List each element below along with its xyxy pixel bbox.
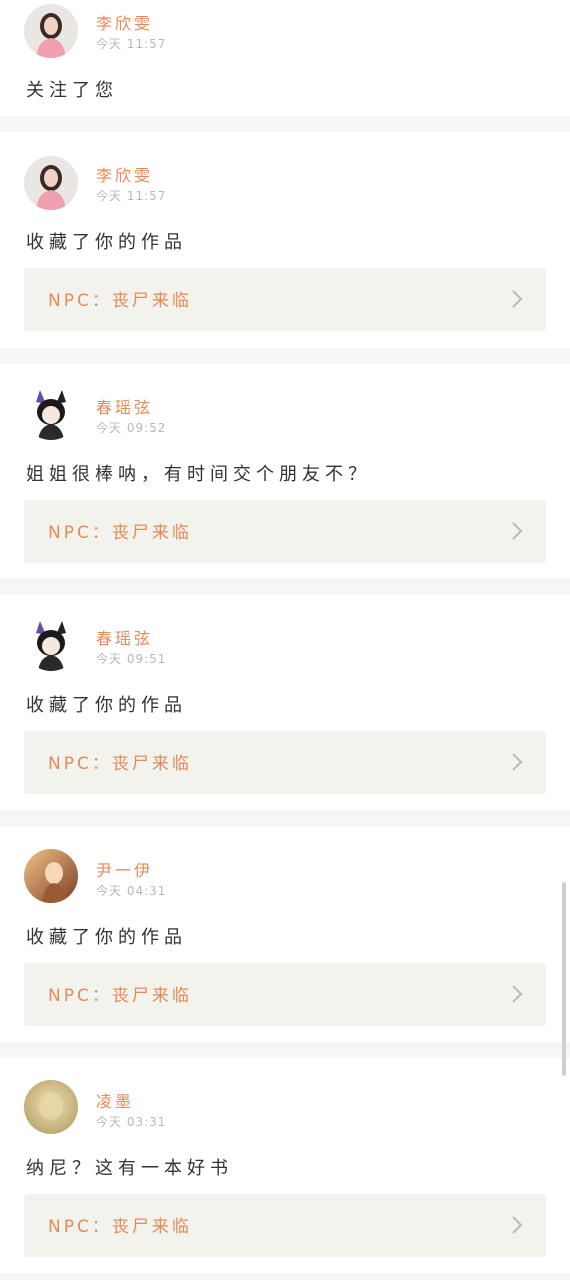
work-link[interactable]: NPC：丧尸来临 bbox=[24, 963, 546, 1026]
chevron-right-icon bbox=[512, 985, 523, 1003]
username[interactable]: 凌墨 bbox=[96, 1088, 134, 1112]
username[interactable]: 春瑶弦 bbox=[96, 394, 153, 418]
username[interactable]: 尹一伊 bbox=[96, 857, 153, 881]
avatar[interactable] bbox=[24, 849, 78, 903]
notification-card: 李欣雯 今天 11:57 关注了您 bbox=[0, 0, 570, 116]
timestamp: 今天 09:52 bbox=[96, 421, 167, 435]
notification-message: 收藏了你的作品 bbox=[26, 232, 187, 253]
work-link[interactable]: NPC：丧尸来临 bbox=[24, 731, 546, 794]
avatar[interactable] bbox=[24, 156, 78, 210]
username[interactable]: 李欣雯 bbox=[96, 10, 153, 34]
work-title: NPC：丧尸来临 bbox=[48, 1217, 192, 1237]
scrollbar[interactable] bbox=[562, 882, 566, 1076]
work-title: NPC：丧尸来临 bbox=[48, 291, 192, 311]
chevron-right-icon bbox=[512, 753, 523, 771]
timestamp: 今天 11:57 bbox=[96, 37, 167, 51]
chevron-right-icon bbox=[512, 1216, 523, 1234]
notification-message: 姐姐很棒呐，有时间交个朋友不？ bbox=[26, 464, 371, 485]
timestamp: 今天 04:31 bbox=[96, 884, 167, 898]
username[interactable]: 春瑶弦 bbox=[96, 625, 153, 649]
notification-card: 春瑶弦 今天 09:51 收藏了你的作品 NPC：丧尸来临 bbox=[0, 595, 570, 810]
timestamp: 今天 03:31 bbox=[96, 1115, 167, 1129]
avatar[interactable] bbox=[24, 1080, 78, 1134]
work-link[interactable]: NPC：丧尸来临 bbox=[24, 500, 546, 563]
username[interactable]: 李欣雯 bbox=[96, 162, 153, 186]
notification-card: 春瑶弦 今天 09:52 姐姐很棒呐，有时间交个朋友不？ NPC：丧尸来临 bbox=[0, 364, 570, 578]
work-link[interactable]: NPC：丧尸来临 bbox=[24, 268, 546, 331]
notification-message: 收藏了你的作品 bbox=[26, 927, 187, 948]
avatar[interactable] bbox=[24, 4, 78, 58]
work-title: NPC：丧尸来临 bbox=[48, 523, 192, 543]
notification-card: 凌墨 今天 03:31 纳尼？这有一本好书 NPC：丧尸来临 bbox=[0, 1058, 570, 1273]
work-link[interactable]: NPC：丧尸来临 bbox=[24, 1194, 546, 1257]
chevron-right-icon bbox=[512, 522, 523, 540]
work-title: NPC：丧尸来临 bbox=[48, 754, 192, 774]
avatar[interactable] bbox=[24, 617, 78, 671]
timestamp: 今天 11:57 bbox=[96, 189, 167, 203]
notification-card: 尹一伊 今天 04:31 收藏了你的作品 NPC：丧尸来临 bbox=[0, 827, 570, 1042]
work-title: NPC：丧尸来临 bbox=[48, 986, 192, 1006]
notification-card: 李欣雯 今天 11:57 收藏了你的作品 NPC：丧尸来临 bbox=[0, 132, 570, 348]
avatar[interactable] bbox=[24, 386, 78, 440]
chevron-right-icon bbox=[512, 290, 523, 308]
notification-message: 收藏了你的作品 bbox=[26, 695, 187, 716]
timestamp: 今天 09:51 bbox=[96, 652, 167, 666]
notification-message: 关注了您 bbox=[26, 80, 118, 101]
notification-message: 纳尼？这有一本好书 bbox=[26, 1158, 233, 1179]
